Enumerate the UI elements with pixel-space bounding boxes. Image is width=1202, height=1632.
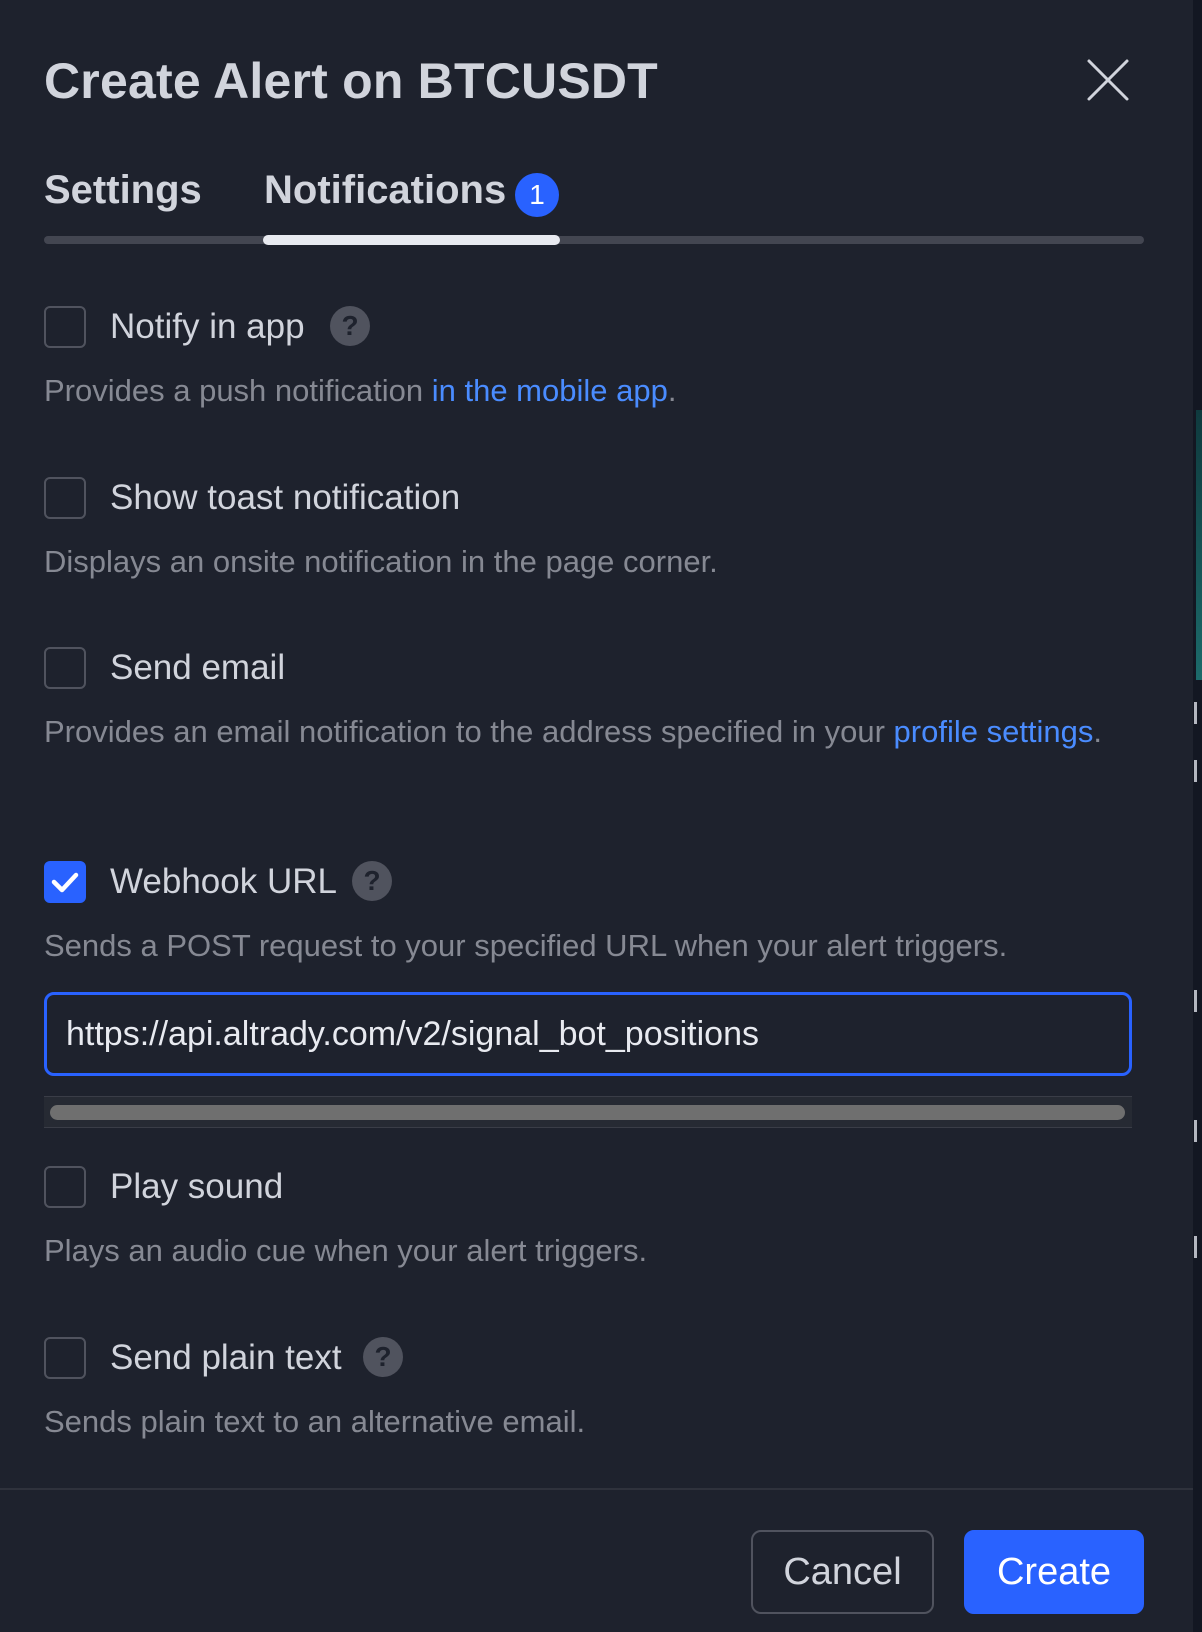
notify-in-app-desc-prefix: Provides a push notification — [44, 373, 432, 408]
webhook-url-description: Sends a POST request to your specified U… — [44, 928, 1008, 963]
background-chart-edge — [1193, 0, 1202, 1632]
notifications-count-badge: 1 — [515, 173, 559, 217]
show-toast-checkbox[interactable] — [44, 477, 86, 519]
webhook-url-label: Webhook URL — [110, 862, 337, 901]
dialog-title: Create Alert on BTCUSDT — [44, 53, 658, 109]
notify-in-app-desc-suffix: . — [667, 373, 677, 408]
webhook-url-input[interactable] — [44, 992, 1132, 1076]
show-toast-description: Displays an onsite notification in the p… — [44, 544, 718, 579]
send-email-description: Provides an email notification to the ad… — [44, 709, 1104, 754]
footer-divider — [0, 1488, 1193, 1490]
webhook-url-checkbox[interactable] — [44, 861, 86, 903]
cancel-button[interactable]: Cancel — [751, 1530, 934, 1614]
send-plain-text-description: Sends plain text to an alternative email… — [44, 1404, 586, 1439]
active-tab-indicator — [263, 235, 560, 245]
tab-bar: Settings Notifications 1 — [44, 168, 1144, 248]
help-icon[interactable]: ? — [330, 306, 370, 346]
help-icon[interactable]: ? — [352, 861, 392, 901]
tab-notifications-label: Notifications — [264, 168, 507, 212]
create-alert-dialog: Create Alert on BTCUSDT Settings Notific… — [0, 0, 1193, 1632]
profile-settings-link[interactable]: profile settings — [894, 714, 1094, 749]
url-horizontal-scrollbar[interactable] — [44, 1096, 1132, 1128]
play-sound-description: Plays an audio cue when your alert trigg… — [44, 1233, 648, 1268]
create-button[interactable]: Create — [964, 1530, 1144, 1614]
send-email-desc-suffix: . — [1093, 714, 1103, 749]
notify-in-app-description: Provides a push notification in the mobi… — [44, 368, 1104, 413]
play-sound-checkbox[interactable] — [44, 1166, 86, 1208]
scrollbar-thumb[interactable] — [50, 1105, 1125, 1120]
send-email-label: Send email — [110, 648, 286, 687]
send-email-checkbox[interactable] — [44, 647, 86, 689]
tab-notifications[interactable]: Notifications — [264, 168, 506, 213]
checkmark-icon — [51, 872, 79, 893]
tab-settings[interactable]: Settings — [44, 168, 202, 213]
tab-track — [44, 236, 1144, 244]
show-toast-label: Show toast notification — [110, 478, 461, 517]
play-sound-label: Play sound — [110, 1167, 284, 1206]
close-icon[interactable] — [1086, 58, 1130, 102]
send-plain-text-checkbox[interactable] — [44, 1337, 86, 1379]
notify-in-app-label: Notify in app — [110, 307, 305, 346]
mobile-app-link[interactable]: in the mobile app — [432, 373, 668, 408]
send-plain-text-label: Send plain text — [110, 1338, 342, 1377]
notify-in-app-checkbox[interactable] — [44, 306, 86, 348]
send-email-desc-prefix: Provides an email notification to the ad… — [44, 714, 894, 749]
help-icon[interactable]: ? — [363, 1337, 403, 1377]
